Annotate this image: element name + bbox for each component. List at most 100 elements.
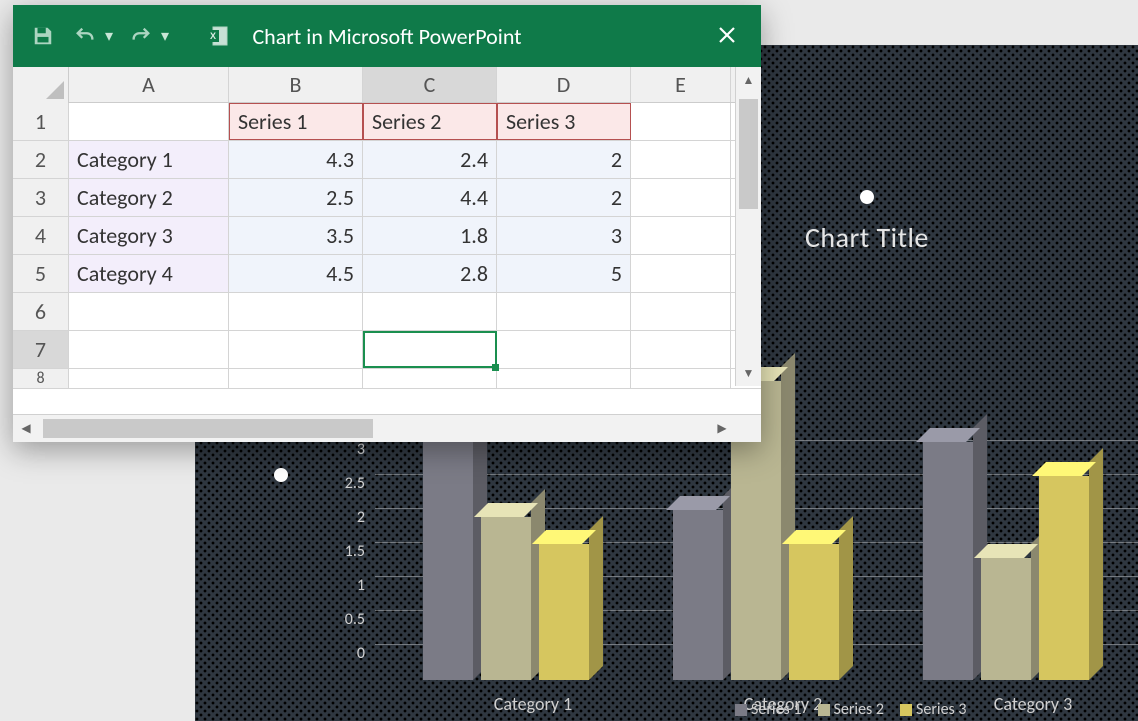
- cell[interactable]: [631, 369, 731, 388]
- cell[interactable]: 4.5: [229, 255, 363, 292]
- titlebar[interactable]: ▾ ▾ X Chart in Microsoft PowerPoint: [13, 5, 761, 67]
- legend-entry: Series 3: [900, 700, 967, 719]
- horizontal-scrollbar[interactable]: ◀ ▶: [13, 414, 761, 442]
- y-tick: 2: [310, 501, 365, 535]
- cell[interactable]: Category 1: [69, 141, 229, 178]
- cell[interactable]: 3: [497, 217, 631, 254]
- col-header[interactable]: C: [363, 67, 497, 102]
- select-all-corner[interactable]: [13, 67, 69, 103]
- cell[interactable]: [69, 103, 229, 140]
- col-header[interactable]: B: [229, 67, 363, 102]
- cell[interactable]: 4.3: [229, 141, 363, 178]
- undo-icon[interactable]: [71, 22, 99, 50]
- cell[interactable]: 2.8: [363, 255, 497, 292]
- chart-bar[interactable]: [981, 558, 1031, 680]
- chart-data-editor-window: ▾ ▾ X Chart in Microsoft PowerPoint A B …: [13, 5, 761, 442]
- cell[interactable]: Category 4: [69, 255, 229, 292]
- window-title: Chart in Microsoft PowerPoint: [252, 23, 521, 50]
- cell[interactable]: 2: [497, 179, 631, 216]
- cell[interactable]: 2: [497, 141, 631, 178]
- table-row: 1 Series 1 Series 2 Series 3: [13, 103, 761, 141]
- row-number[interactable]: 5: [13, 255, 69, 292]
- cell[interactable]: [69, 331, 229, 368]
- y-tick: 0: [310, 637, 365, 671]
- scrollbar-thumb[interactable]: [43, 419, 373, 438]
- cell[interactable]: [497, 331, 631, 368]
- scroll-down-icon[interactable]: ▼: [736, 360, 761, 386]
- table-row: 8: [13, 369, 761, 389]
- scroll-left-icon[interactable]: ◀: [13, 415, 39, 442]
- y-tick: 2.5: [310, 467, 365, 501]
- cell[interactable]: 2.5: [229, 179, 363, 216]
- chart-bar[interactable]: [1039, 476, 1089, 680]
- cell[interactable]: [69, 293, 229, 330]
- table-row: 7: [13, 331, 761, 369]
- cell[interactable]: [229, 293, 363, 330]
- redo-icon[interactable]: [127, 22, 155, 50]
- chart-bar[interactable]: [539, 544, 589, 680]
- chart-bar[interactable]: [923, 442, 973, 680]
- cell[interactable]: 3.5: [229, 217, 363, 254]
- table-row: 6: [13, 293, 761, 331]
- chart-legend[interactable]: Series 1 Series 2 Series 3: [735, 700, 967, 719]
- row-number[interactable]: 4: [13, 217, 69, 254]
- redo-dropdown-icon[interactable]: ▾: [161, 26, 169, 46]
- undo-dropdown-icon[interactable]: ▾: [105, 26, 113, 46]
- col-header[interactable]: A: [69, 67, 229, 102]
- chart-bar[interactable]: [481, 517, 531, 680]
- save-icon[interactable]: [29, 22, 57, 50]
- cell[interactable]: [497, 293, 631, 330]
- chart-bar[interactable]: [789, 544, 839, 680]
- cell[interactable]: [631, 331, 731, 368]
- row-number[interactable]: 8: [13, 369, 69, 388]
- cell[interactable]: Category 2: [69, 179, 229, 216]
- cell[interactable]: [631, 255, 731, 292]
- chart-bar[interactable]: [673, 510, 723, 680]
- cell[interactable]: 4.4: [363, 179, 497, 216]
- col-header[interactable]: D: [497, 67, 631, 102]
- vertical-scrollbar[interactable]: ▲ ▼: [735, 67, 761, 386]
- cell[interactable]: [497, 369, 631, 388]
- cell[interactable]: [631, 217, 731, 254]
- table-row: 5 Category 4 4.5 2.8 5: [13, 255, 761, 293]
- cell[interactable]: Series 2: [363, 103, 497, 140]
- col-header[interactable]: E: [631, 67, 731, 102]
- cell[interactable]: [229, 331, 363, 368]
- cell[interactable]: Series 3: [497, 103, 631, 140]
- spreadsheet-grid[interactable]: A B C D E 1 Series 1 Series 2 Series 3 2…: [13, 67, 761, 414]
- cell[interactable]: [363, 293, 497, 330]
- chart-y-axis: 3 2.5 2 1.5 1 0.5 0: [310, 433, 365, 671]
- row-number[interactable]: 2: [13, 141, 69, 178]
- y-tick: 1.5: [310, 535, 365, 569]
- cell[interactable]: [631, 293, 731, 330]
- legend-entry: Series 2: [818, 700, 885, 719]
- cell[interactable]: [69, 369, 229, 388]
- legend-entry: Series 1: [735, 700, 802, 719]
- row-number[interactable]: 7: [13, 331, 69, 368]
- scroll-up-icon[interactable]: ▲: [736, 67, 761, 93]
- cell[interactable]: 5: [497, 255, 631, 292]
- scroll-right-icon[interactable]: ▶: [709, 415, 735, 442]
- row-number[interactable]: 6: [13, 293, 69, 330]
- cell[interactable]: [631, 103, 731, 140]
- cell[interactable]: Category 3: [69, 217, 229, 254]
- table-row: 4 Category 3 3.5 1.8 3: [13, 217, 761, 255]
- category-label: Category 1: [423, 693, 643, 715]
- close-button[interactable]: [713, 21, 741, 49]
- active-cell[interactable]: [363, 331, 497, 368]
- cell[interactable]: 1.8: [363, 217, 497, 254]
- cell[interactable]: [229, 369, 363, 388]
- chart-title[interactable]: Chart Title: [805, 220, 929, 255]
- chart-selection-handle[interactable]: [274, 468, 288, 482]
- scrollbar-thumb[interactable]: [739, 99, 758, 209]
- cell[interactable]: [631, 141, 731, 178]
- cell[interactable]: [631, 179, 731, 216]
- column-header-row: A B C D E: [13, 67, 761, 103]
- svg-text:X: X: [210, 31, 216, 41]
- row-number[interactable]: 3: [13, 179, 69, 216]
- cell[interactable]: 2.4: [363, 141, 497, 178]
- cell[interactable]: Series 1: [229, 103, 363, 140]
- cell[interactable]: [363, 369, 497, 388]
- excel-app-icon[interactable]: X: [203, 22, 231, 50]
- row-number[interactable]: 1: [13, 103, 69, 140]
